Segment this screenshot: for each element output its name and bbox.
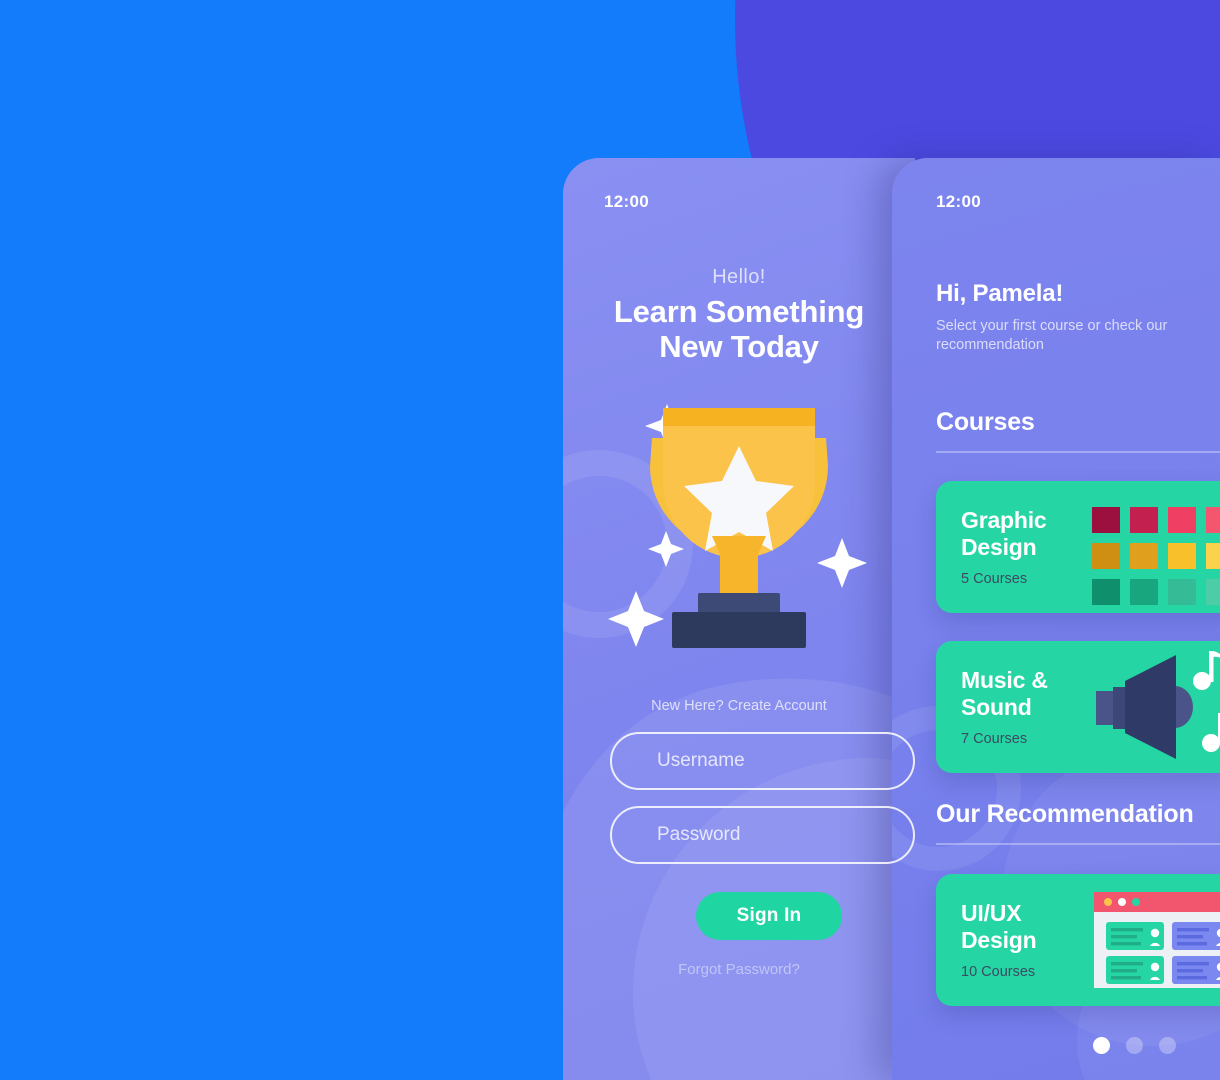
color-swatch-3 xyxy=(1168,507,1196,533)
course-count: 7 Courses xyxy=(961,730,1028,747)
course-card-graphic-design[interactable]: Graphic Design 5 Courses xyxy=(936,481,1220,613)
section-title-recommendation: Our Recommendation xyxy=(936,800,1194,828)
headline-line-1: Learn Something xyxy=(613,294,865,329)
course-card-music-sound[interactable]: Music & Sound 7 Courses xyxy=(936,641,1220,773)
pager-dot-1[interactable] xyxy=(1093,1037,1110,1054)
course-card-text: UI/UX Design 10 Courses xyxy=(961,900,1037,980)
create-account-link[interactable]: New Here? Create Account xyxy=(563,698,915,714)
trophy-illustration xyxy=(563,386,915,656)
username-input[interactable] xyxy=(610,732,915,790)
headline-line-2: New Today xyxy=(659,328,819,364)
sign-in-button[interactable]: Sign In xyxy=(696,892,842,940)
color-swatches-icon xyxy=(1080,481,1220,613)
section-divider xyxy=(936,451,1220,453)
course-title-line-1: UI/UX xyxy=(961,900,1022,926)
color-swatch-12 xyxy=(1206,579,1220,605)
course-card-uiux-design[interactable]: UI/UX Design 10 Courses xyxy=(936,874,1220,1006)
color-swatch-10 xyxy=(1130,579,1158,605)
login-hero: Hello! Learn Something New Today xyxy=(563,266,915,364)
color-swatch-8 xyxy=(1206,543,1220,569)
pager-dots[interactable] xyxy=(1093,1037,1176,1054)
greeting-label: Hello! xyxy=(712,266,766,288)
browser-mockup-icon xyxy=(1080,874,1220,1006)
login-form: New Here? Create Account Sign In Forgot … xyxy=(563,698,915,978)
pager-dot-3[interactable] xyxy=(1159,1037,1176,1054)
home-greeting: Hi, Pamela! Select your first course or … xyxy=(936,280,1220,355)
password-input[interactable] xyxy=(610,806,915,864)
color-swatch-7 xyxy=(1168,543,1196,569)
course-title-line-1: Music & xyxy=(961,667,1048,693)
color-swatch-5 xyxy=(1092,543,1120,569)
speaker-music-icon xyxy=(1080,641,1220,773)
section-divider xyxy=(936,843,1220,845)
screenshot-stage: 12:00 Hello! Learn Something New Today N… xyxy=(0,0,1220,1080)
course-count: 10 Courses xyxy=(961,963,1036,980)
pager-dot-2[interactable] xyxy=(1126,1037,1143,1054)
color-swatch-1 xyxy=(1092,507,1120,533)
section-recommendation: Our Recommendation xyxy=(936,800,1220,845)
section-title-courses: Courses xyxy=(936,408,1035,436)
user-greeting: Hi, Pamela! xyxy=(936,280,1064,307)
greeting-subtitle: Select your first course or check our re… xyxy=(936,318,1168,353)
color-swatch-9 xyxy=(1092,579,1120,605)
course-title-line-1: Graphic xyxy=(961,507,1047,533)
trophy-icon xyxy=(608,404,867,648)
course-card-text: Graphic Design 5 Courses xyxy=(961,507,1047,587)
speaker-icon xyxy=(1096,651,1220,759)
course-count: 5 Courses xyxy=(961,570,1028,587)
course-title-line-2: Design xyxy=(961,926,1037,953)
color-swatch-2 xyxy=(1130,507,1158,533)
phone-screen-login: 12:00 Hello! Learn Something New Today N… xyxy=(563,158,915,1080)
browser-window-icon xyxy=(1094,892,1220,988)
status-bar-time-home: 12:00 xyxy=(936,192,981,211)
status-bar-time: 12:00 xyxy=(604,192,649,211)
forgot-password-link[interactable]: Forgot Password? xyxy=(563,961,915,978)
color-swatch-11 xyxy=(1168,579,1196,605)
course-card-text: Music & Sound 7 Courses xyxy=(961,667,1048,747)
color-swatch-4 xyxy=(1206,507,1220,533)
course-title-line-2: Sound xyxy=(961,693,1032,720)
color-swatch-6 xyxy=(1130,543,1158,569)
course-title-line-2: Design xyxy=(961,533,1037,560)
section-courses: Courses xyxy=(936,408,1220,453)
